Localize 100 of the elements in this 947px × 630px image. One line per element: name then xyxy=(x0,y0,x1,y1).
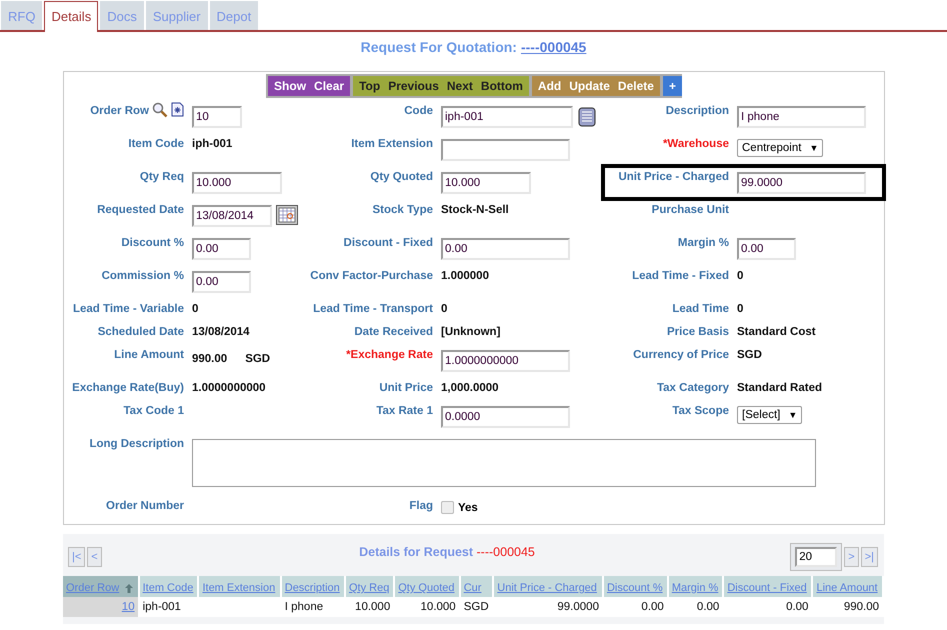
input-field[interactable]: 0.0000 xyxy=(441,406,570,428)
currency-value: SGD xyxy=(245,352,270,365)
field-label: Lead Time - Variable xyxy=(72,302,184,315)
toolbar-button[interactable]: Top xyxy=(355,76,384,96)
field-label: Tax Rate 1 xyxy=(376,404,433,417)
field-value: 1,000.0000 xyxy=(441,381,499,394)
date-field[interactable]: 13/08/2014 xyxy=(192,205,272,227)
long-description-field[interactable] xyxy=(192,439,816,487)
toolbar-button[interactable]: Delete xyxy=(614,76,658,96)
page-title: Request For Quotation: xyxy=(360,39,517,55)
input-field[interactable]: 10 xyxy=(192,106,242,128)
field-label: Tax Scope xyxy=(672,404,729,417)
field-value: 1.000000 xyxy=(441,269,489,282)
input-field[interactable]: 1.0000000000 xyxy=(441,350,570,372)
table-cell: 99.0000 xyxy=(557,601,599,613)
tab[interactable]: Details xyxy=(44,1,98,32)
table-cell: iph-001 xyxy=(142,601,181,613)
field-label: Long Description xyxy=(89,437,184,450)
field-label: Lead Time - Fixed xyxy=(632,269,729,282)
list-icon[interactable] xyxy=(577,107,597,127)
tab[interactable]: RFQ xyxy=(1,1,42,30)
tab[interactable]: Docs xyxy=(100,1,144,30)
field-label: *Warehouse xyxy=(662,137,729,150)
input-field[interactable]: 0.00 xyxy=(737,238,796,260)
field-label: Lead Time xyxy=(672,302,729,315)
field-label: Scheduled Date xyxy=(98,325,184,338)
dropdown[interactable]: Centrepoint ▼ xyxy=(737,139,824,157)
field-value: Standard Cost xyxy=(737,325,816,338)
tab[interactable]: Depot xyxy=(210,1,258,30)
input-field[interactable]: iph-001 xyxy=(441,106,573,128)
table-cell: 0.00 xyxy=(641,601,664,613)
search-icon[interactable] xyxy=(152,102,168,118)
field-label: *Exchange Rate xyxy=(346,348,433,361)
input-field[interactable]: 99.0000 xyxy=(737,172,866,194)
field-label: Price Basis xyxy=(666,325,729,338)
tab[interactable]: Supplier xyxy=(146,1,208,30)
dropdown[interactable]: [Select] ▼ xyxy=(737,406,802,424)
field-value: 0 xyxy=(192,302,198,315)
toolbar-button[interactable]: Clear xyxy=(310,76,348,96)
first-page-button[interactable]: |< xyxy=(68,547,86,567)
table-cell: 10.000 xyxy=(355,601,390,613)
field-label: Item Code xyxy=(128,137,184,150)
field-label: Discount - Fixed xyxy=(344,236,433,249)
field-value: 0 xyxy=(737,269,744,282)
input-field[interactable]: 0.00 xyxy=(192,238,251,260)
field-label: Unit Price xyxy=(379,381,433,394)
request-number-link[interactable]: ----000045 xyxy=(520,39,586,55)
field-value: Stock-N-Sell xyxy=(441,203,509,216)
field-label: Unit Price - Charged xyxy=(618,170,729,183)
field-label: Lead Time - Transport xyxy=(313,302,433,315)
input-field[interactable]: I phone xyxy=(737,106,866,128)
field-label: Purchase Unit xyxy=(652,203,729,216)
input-field[interactable]: 0.00 xyxy=(192,271,251,293)
new-document-icon[interactable] xyxy=(171,102,184,117)
toolbar-button[interactable]: + xyxy=(664,76,680,96)
field-label: Qty Quoted xyxy=(370,170,433,183)
field-label: Order Row xyxy=(90,104,149,117)
row-link[interactable]: 10 xyxy=(122,601,135,613)
field-label: Discount % xyxy=(121,236,184,249)
checkbox-label: Yes xyxy=(458,502,478,514)
field-value: 0 xyxy=(737,302,744,315)
field-value: 990.00 xyxy=(192,352,228,365)
calendar-icon[interactable] xyxy=(276,205,298,225)
table-cell: I phone xyxy=(284,601,324,613)
checkbox[interactable] xyxy=(441,501,454,514)
input-field[interactable] xyxy=(441,139,570,161)
table-cell: 10.000 xyxy=(420,601,456,613)
input-field[interactable]: 10.000 xyxy=(441,172,531,194)
field-value: [Unknown] xyxy=(441,325,500,338)
toolbar-button[interactable]: Previous xyxy=(384,76,443,96)
table-cell: SGD xyxy=(464,601,489,613)
field-label: Commission % xyxy=(102,269,184,282)
field-value: SGD xyxy=(737,348,762,361)
details-title: Details for Request ----000045 xyxy=(359,545,535,559)
field-label: Description xyxy=(666,104,729,117)
next-page-button[interactable]: > xyxy=(844,547,859,567)
toolbar-button[interactable]: Add xyxy=(534,76,566,96)
table-cell: 0.00 xyxy=(786,601,808,613)
field-label: Item Extension xyxy=(351,137,433,150)
toolbar-button[interactable]: Show xyxy=(270,76,310,96)
input-field[interactable]: 10.000 xyxy=(192,172,282,194)
table-cell: 0.00 xyxy=(696,601,720,613)
field-label: Date Received xyxy=(354,325,433,338)
field-label: Qty Req xyxy=(140,170,184,183)
toolbar-button[interactable]: Next xyxy=(442,76,477,96)
last-page-button[interactable]: >| xyxy=(860,547,878,567)
field-label: Flag xyxy=(409,499,433,512)
field-value: 0 xyxy=(441,302,448,315)
page-size-field[interactable]: 20 xyxy=(795,547,838,567)
toolbar-button[interactable]: Bottom xyxy=(476,76,527,96)
field-label: Margin % xyxy=(678,236,729,249)
field-label: Requested Date xyxy=(97,203,184,216)
field-label: Order Number xyxy=(106,499,184,512)
toolbar-button[interactable]: Update xyxy=(565,76,614,96)
field-value: Standard Rated xyxy=(737,381,822,394)
input-field[interactable]: 0.00 xyxy=(441,238,570,260)
previous-page-button[interactable]: < xyxy=(87,547,102,567)
field-label: Tax Code 1 xyxy=(124,404,184,417)
field-label: Tax Category xyxy=(656,381,729,394)
field-label: Line Amount xyxy=(114,348,184,361)
